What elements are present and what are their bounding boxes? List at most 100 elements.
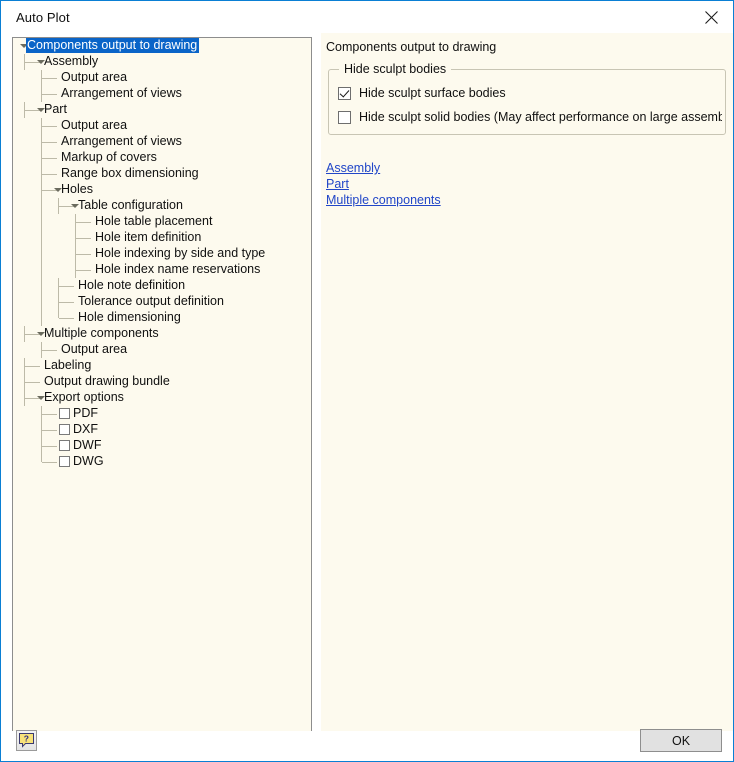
tree-item-checkbox[interactable]: [59, 456, 70, 467]
tree-connector-line: [41, 174, 42, 182]
tree-item-label: Arrangement of views: [61, 134, 182, 148]
tree-item[interactable]: Range box dimensioning: [13, 166, 311, 182]
settings-tree[interactable]: Components output to drawing Assembly Outp…: [12, 37, 312, 734]
tree-connector-line: [41, 86, 42, 94]
hide-sculpt-solid-bodies-checkbox[interactable]: [338, 110, 351, 124]
ok-button[interactable]: OK: [640, 729, 722, 752]
tree-connector-line: [75, 262, 76, 270]
link-part[interactable]: Part: [326, 176, 349, 192]
group-title: Hide sculpt bodies: [339, 62, 452, 76]
tree-item-label: Part: [44, 102, 67, 116]
tree-connector-line: [58, 302, 59, 310]
tree-item[interactable]: Hole note definition: [13, 278, 311, 294]
help-icon[interactable]: ?: [16, 730, 37, 751]
tree-connector-line: [42, 142, 57, 143]
tree-item[interactable]: Multiple components: [13, 326, 311, 342]
tree-item[interactable]: Output drawing bundle: [13, 374, 311, 390]
tree-item-label: Hole table placement: [95, 214, 213, 228]
tree-item[interactable]: Output area: [13, 342, 311, 358]
tree-connector-line: [24, 62, 25, 70]
tree-item-label: Table configuration: [78, 198, 183, 212]
tree-connector-line: [25, 382, 40, 383]
tree-item-label: DXF: [73, 422, 98, 436]
tree-item-label: Hole indexing by side and type: [95, 246, 266, 260]
tree-connector-line: [24, 102, 25, 110]
tree-item-checkbox[interactable]: [59, 424, 70, 435]
tree-item-label: Output area: [61, 118, 128, 132]
tree-item[interactable]: Hole dimensioning: [13, 310, 311, 326]
tree-connector-line: [42, 126, 57, 127]
tree-item[interactable]: DXF: [13, 422, 311, 438]
tree-connector-line: [41, 214, 42, 230]
tree-item-label: Hole note definition: [78, 278, 186, 292]
link-multiple-components[interactable]: Multiple components: [326, 192, 441, 208]
tree-item[interactable]: Hole indexing by side and type: [13, 246, 311, 262]
tree-item-label: Range box dimensioning: [61, 166, 199, 180]
tree-connector-line: [41, 438, 42, 446]
dialog-content: Components output to drawing Assembly Outp…: [1, 33, 733, 734]
tree-item-label: Assembly: [44, 54, 99, 68]
tree-item[interactable]: Arrangement of views: [13, 134, 311, 150]
tree-connector-line: [24, 358, 25, 366]
tree-connector-line: [42, 446, 57, 447]
page-title: Components output to drawing: [326, 40, 497, 54]
tree-connector-line: [24, 334, 25, 342]
tree-item[interactable]: Labeling: [13, 358, 311, 374]
options-panel: Components output to drawing Hide sculpt…: [321, 33, 733, 731]
tree-item-label: Labeling: [44, 358, 92, 372]
tree-item[interactable]: Part: [13, 102, 311, 118]
tree-connector-line: [41, 134, 42, 142]
tree-item[interactable]: Output area: [13, 70, 311, 86]
tree-connector-line: [42, 94, 57, 95]
close-icon[interactable]: [689, 2, 733, 33]
tree-item[interactable]: Table configuration: [13, 198, 311, 214]
tree-connector-line: [42, 462, 57, 463]
tree-connector-line: [41, 310, 42, 326]
tree-item[interactable]: Export options: [13, 390, 311, 406]
tree-item[interactable]: DWG: [13, 454, 311, 470]
tree-item[interactable]: Output area: [13, 118, 311, 134]
tree-item[interactable]: Tolerance output definition: [13, 294, 311, 310]
hide-sculpt-surface-bodies-row[interactable]: Hide sculpt surface bodies: [338, 86, 718, 100]
tree-connector-line: [42, 414, 57, 415]
tree-connector-line: [24, 326, 25, 334]
tree-item[interactable]: PDF: [13, 406, 311, 422]
tree-connector-line: [41, 430, 42, 438]
tree-connector-line: [41, 190, 42, 198]
tree-item-label: Markup of covers: [61, 150, 157, 164]
tree-item[interactable]: Components output to drawing: [13, 38, 311, 54]
tree-connector-line: [75, 222, 76, 230]
tree-connector-line: [24, 366, 25, 374]
tree-connector-line: [41, 294, 42, 310]
tree-connector-line: [59, 302, 74, 303]
hide-sculpt-solid-bodies-row[interactable]: Hide sculpt solid bodies (May affect per…: [338, 110, 722, 124]
tree-item[interactable]: DWF: [13, 438, 311, 454]
tree-item-label: Output area: [61, 70, 128, 84]
tree-item-label: Multiple components: [44, 326, 159, 340]
tree-connector-line: [42, 174, 57, 175]
tree-item[interactable]: Hole index name reservations: [13, 262, 311, 278]
tree-item[interactable]: Holes: [13, 182, 311, 198]
tree-connector-line: [75, 214, 76, 222]
tree-item-label: Output drawing bundle: [44, 374, 170, 388]
tree-item[interactable]: Markup of covers: [13, 150, 311, 166]
hide-sculpt-surface-bodies-checkbox[interactable]: [338, 86, 351, 100]
link-assembly[interactable]: Assembly: [326, 160, 380, 176]
tree-connector-line: [41, 406, 42, 414]
tree-item[interactable]: Arrangement of views: [13, 86, 311, 102]
tree-connector-line: [24, 54, 25, 62]
tree-connector-line: [41, 414, 42, 422]
tree-connector-line: [24, 374, 25, 382]
tree-connector-line: [24, 382, 25, 390]
tree-item[interactable]: Assembly: [13, 54, 311, 70]
tree-connector-line: [58, 278, 59, 286]
tree-item-checkbox[interactable]: [59, 440, 70, 451]
tree-item-checkbox[interactable]: [59, 408, 70, 419]
tree-item[interactable]: Hole item definition: [13, 230, 311, 246]
tree-connector-line: [41, 246, 42, 262]
tree-connector-line: [41, 198, 42, 214]
tree-connector-line: [59, 318, 74, 319]
tree-item[interactable]: Hole table placement: [13, 214, 311, 230]
window-title: Auto Plot: [16, 9, 70, 25]
tree-item-label: DWG: [73, 454, 104, 468]
